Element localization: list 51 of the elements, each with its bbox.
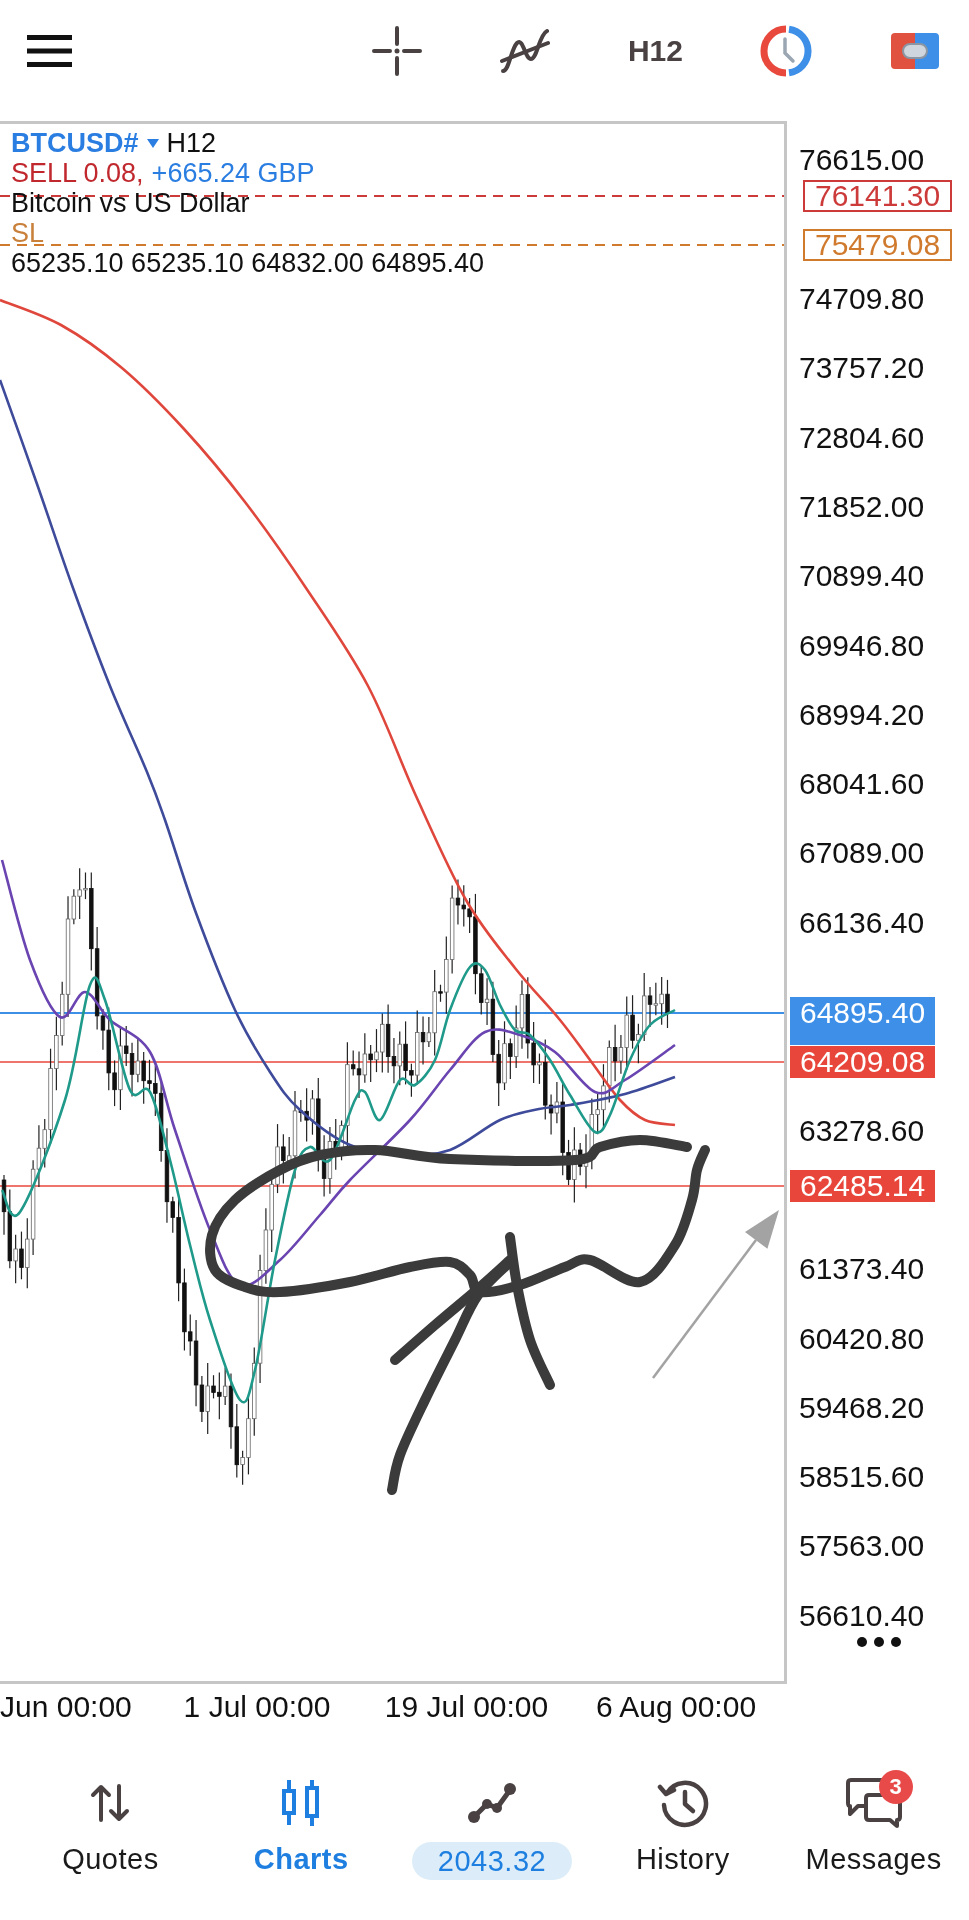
- history-icon: [656, 1778, 709, 1828]
- price-axis-label: 61373.40: [799, 1252, 925, 1287]
- ohlc-values: 65235.10 65235.10 64832.00 64895.40: [11, 248, 484, 278]
- nav-tab[interactable]: Quotes: [15, 1740, 206, 1900]
- time-axis-label: 6 Aug 00:00: [595, 1690, 757, 1724]
- price-axis-label: 73757.20: [799, 351, 925, 386]
- time-axis-label: 1 Jul 00:00: [183, 1690, 331, 1724]
- price-axis-label: 57563.00: [799, 1529, 925, 1564]
- price-axis-label: 69946.80: [799, 628, 925, 663]
- time-axis-label: 19 Jul 00:00: [384, 1690, 549, 1724]
- price-tag: 64209.08: [790, 1046, 936, 1078]
- price-axis-label: 58515.60: [799, 1460, 925, 1495]
- price-axis-label: 56610.40: [799, 1598, 925, 1633]
- price-axis-label: 71852.00: [799, 489, 925, 524]
- caret-icon: [146, 138, 159, 148]
- symbol-name: BTCUSD#: [11, 128, 139, 158]
- timeframe-button[interactable]: H12: [627, 34, 683, 68]
- price-axis-label: 59468.20: [799, 1390, 925, 1425]
- balance-value: 2043.32: [411, 1842, 573, 1880]
- price-axis-label: 63278.60: [799, 1113, 925, 1148]
- nav-tab[interactable]: History: [587, 1740, 779, 1900]
- price-axis-label: 60420.80: [799, 1321, 925, 1356]
- price-axis-label: 68994.20: [799, 697, 925, 732]
- stop-loss-label: SL: [11, 218, 45, 248]
- price-tag: 64895.40: [790, 997, 936, 1045]
- wave-icon[interactable]: [498, 27, 551, 75]
- nav-tab[interactable]: Charts: [205, 1740, 397, 1900]
- notification-badge: 3: [878, 1770, 913, 1804]
- timeframe-label: H12: [166, 128, 217, 158]
- profit-label: +665.24 GBP: [151, 158, 315, 188]
- crosshair-icon[interactable]: [371, 26, 422, 76]
- price-axis-label: 68041.60: [799, 767, 925, 802]
- toggle-icon[interactable]: [889, 31, 941, 71]
- line-chart-icon: [467, 1782, 517, 1824]
- price-tag: 75479.08: [803, 229, 953, 261]
- time-axis-label: Jun 00:00: [0, 1690, 132, 1724]
- nav-tab[interactable]: 3 Messages: [778, 1740, 969, 1900]
- clock-icon[interactable]: [760, 25, 812, 77]
- up-down-arrows-icon: [90, 1783, 131, 1823]
- position-label: SELL 0.08,: [11, 158, 144, 188]
- menu-icon[interactable]: [27, 35, 72, 67]
- more-icon[interactable]: [857, 1637, 901, 1647]
- price-axis-label: 70899.40: [799, 559, 925, 594]
- price-axis-label: 74709.80: [799, 282, 925, 317]
- price-tag: 62485.14: [790, 1170, 936, 1202]
- price-axis-label: 67089.00: [799, 836, 925, 871]
- price-axis-label: 76615.00: [799, 143, 925, 178]
- price-axis-label: 72804.60: [799, 420, 925, 455]
- price-axis-label: 66136.40: [799, 905, 925, 940]
- symbol-description: Bitcoin vs US Dollar: [11, 188, 250, 218]
- price-tag: 76141.30: [803, 180, 953, 212]
